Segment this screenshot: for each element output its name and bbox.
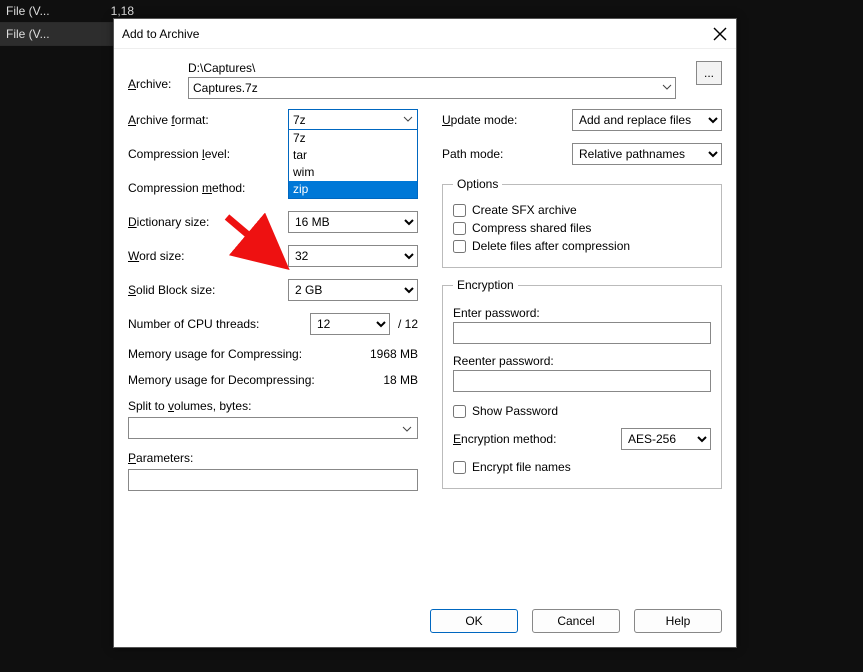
format-label: Archive format: bbox=[128, 113, 278, 127]
update-mode-select[interactable]: Add and replace files bbox=[572, 109, 722, 131]
mem-decompress-value: 18 MB bbox=[383, 373, 418, 387]
archive-path-text: D:\Captures\ bbox=[188, 61, 686, 75]
mem-decompress-label: Memory usage for Decompressing: bbox=[128, 373, 315, 387]
dictionary-size-label: Dictionary size: bbox=[128, 215, 278, 229]
delete-after-checkbox[interactable] bbox=[453, 240, 466, 253]
file-size: 1,18 bbox=[111, 4, 134, 18]
archive-label: Archive: bbox=[128, 61, 178, 91]
close-icon[interactable] bbox=[712, 26, 728, 42]
chevron-down-icon bbox=[402, 423, 412, 437]
cancel-button[interactable]: Cancel bbox=[532, 609, 620, 633]
split-volumes-label: Split to volumes, bytes: bbox=[128, 399, 418, 413]
path-mode-select[interactable]: Relative pathnames bbox=[572, 143, 722, 165]
ok-button[interactable]: OK bbox=[430, 609, 518, 633]
parameters-label: Parameters: bbox=[128, 451, 418, 465]
help-button[interactable]: Help bbox=[634, 609, 722, 633]
show-password-label: Show Password bbox=[472, 404, 558, 418]
create-sfx-checkbox[interactable] bbox=[453, 204, 466, 217]
enter-password-input[interactable] bbox=[453, 322, 711, 344]
update-mode-label: Update mode: bbox=[442, 113, 532, 127]
enter-password-label: Enter password: bbox=[453, 306, 711, 320]
word-size-select[interactable]: 32 bbox=[288, 245, 418, 267]
create-sfx-label: Create SFX archive bbox=[472, 203, 577, 217]
encryption-legend: Encryption bbox=[453, 278, 518, 292]
show-password-checkbox[interactable] bbox=[453, 405, 466, 418]
cpu-threads-max: / 12 bbox=[398, 317, 418, 331]
encryption-method-select[interactable]: AES-256 bbox=[621, 428, 711, 450]
split-volumes-input[interactable] bbox=[128, 417, 418, 439]
options-group: Options Create SFX archive Compress shar… bbox=[442, 177, 722, 268]
file-name: File (V... bbox=[6, 4, 50, 18]
format-option-7z[interactable]: 7z bbox=[289, 130, 417, 147]
reenter-password-label: Reenter password: bbox=[453, 354, 711, 368]
solid-block-select[interactable]: 2 GB bbox=[288, 279, 418, 301]
format-option-wim[interactable]: wim bbox=[289, 164, 417, 181]
format-option-zip[interactable]: zip bbox=[289, 181, 417, 198]
compress-shared-label: Compress shared files bbox=[472, 221, 591, 235]
parameters-input[interactable] bbox=[128, 469, 418, 491]
dictionary-size-select[interactable]: 16 MB bbox=[288, 211, 418, 233]
dialog-title: Add to Archive bbox=[122, 27, 199, 41]
solid-block-label: Solid Block size: bbox=[128, 283, 278, 297]
browse-button[interactable]: ... bbox=[696, 61, 722, 85]
mem-compress-label: Memory usage for Compressing: bbox=[128, 347, 302, 361]
compress-shared-checkbox[interactable] bbox=[453, 222, 466, 235]
file-name: File (V... bbox=[6, 27, 50, 41]
delete-after-label: Delete files after compression bbox=[472, 239, 630, 253]
options-legend: Options bbox=[453, 177, 502, 191]
encryption-group: Encryption Enter password: Reenter passw… bbox=[442, 278, 722, 489]
path-mode-label: Path mode: bbox=[442, 147, 532, 161]
cpu-threads-select[interactable]: 12 bbox=[310, 313, 390, 335]
archive-name-input[interactable] bbox=[188, 77, 676, 99]
chevron-down-icon bbox=[403, 113, 413, 127]
encrypt-filenames-checkbox[interactable] bbox=[453, 461, 466, 474]
word-size-label: Word size: bbox=[128, 249, 278, 263]
cpu-threads-label: Number of CPU threads: bbox=[128, 317, 259, 331]
format-selected: 7z bbox=[293, 113, 306, 127]
mem-compress-value: 1968 MB bbox=[370, 347, 418, 361]
titlebar: Add to Archive bbox=[114, 19, 736, 49]
archive-format-dropdown[interactable]: 7z 7z tar wim zip bbox=[288, 109, 418, 199]
add-to-archive-dialog: Add to Archive Archive: D:\Captures\ ...… bbox=[113, 18, 737, 648]
format-option-tar[interactable]: tar bbox=[289, 147, 417, 164]
compression-level-label: Compression level: bbox=[128, 147, 278, 161]
reenter-password-input[interactable] bbox=[453, 370, 711, 392]
encryption-method-label: Encryption method: bbox=[453, 432, 556, 446]
encrypt-filenames-label: Encrypt file names bbox=[472, 460, 571, 474]
compression-method-label: Compression method: bbox=[128, 181, 278, 195]
